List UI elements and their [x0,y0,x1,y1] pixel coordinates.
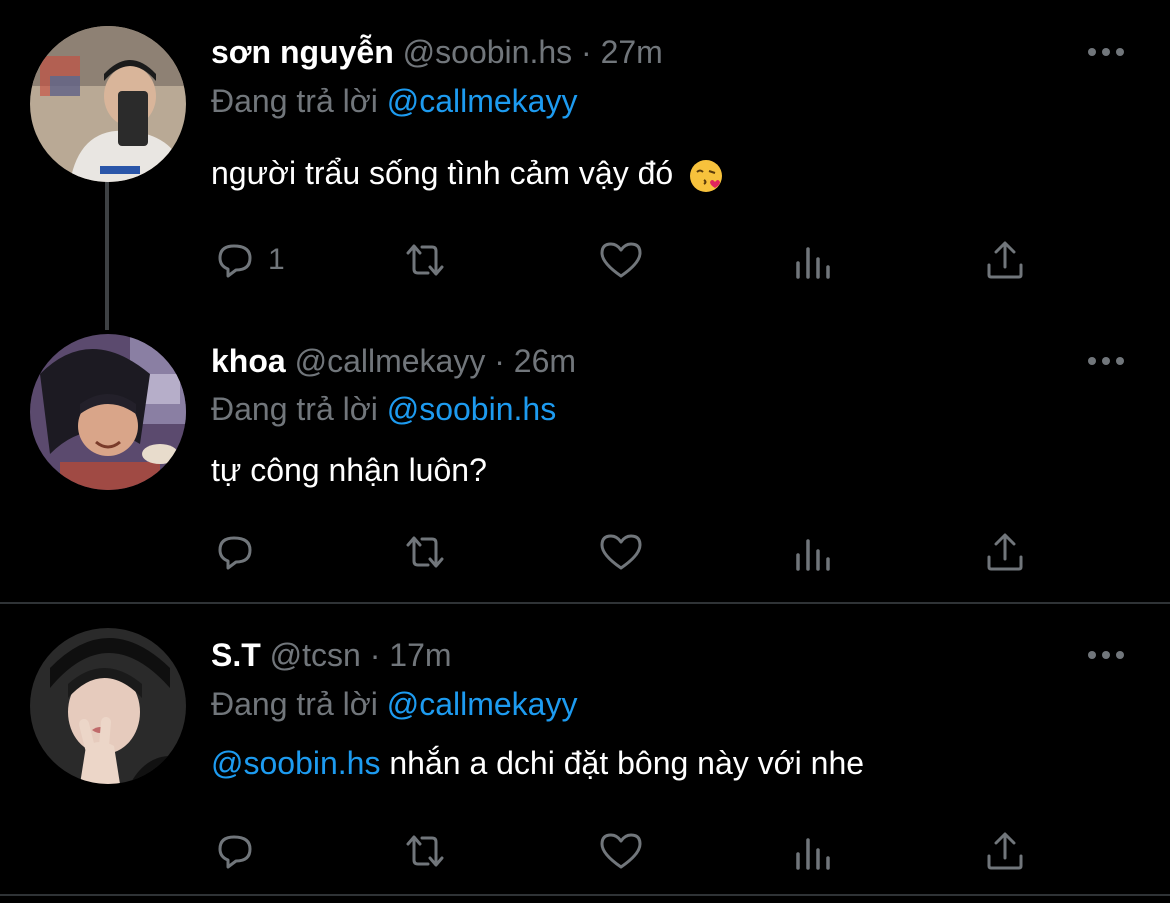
heart-icon [600,833,642,869]
share-button[interactable] [982,237,1028,283]
author-handle[interactable]: @soobin.hs [403,34,572,70]
author-handle[interactable]: @callmekayy [295,343,486,379]
retweet-icon [406,244,444,276]
timestamp[interactable]: 27m [601,34,663,70]
retweet-button[interactable] [402,828,448,874]
tweet-text-content: tự công nhận luôn? [211,452,487,488]
analytics-icon [796,247,830,279]
timestamp[interactable]: 17m [389,637,451,673]
divider [0,894,1170,896]
reply-button[interactable] [212,828,258,874]
reply-button[interactable] [212,529,258,575]
more-icon[interactable] [1086,645,1126,665]
tweet-text: @soobin.hs nhắn a dchi đặt bông này với … [211,741,864,785]
share-button[interactable] [982,828,1028,874]
avatar[interactable] [30,26,186,182]
heart-icon [600,242,642,278]
thread-line [105,180,109,330]
reply-icon [218,536,252,570]
replying-to: Đang trả lời @callmekayy [211,682,577,726]
share-button[interactable] [982,529,1028,575]
replying-to-mention[interactable]: @callmekayy [387,83,578,119]
avatar[interactable] [30,628,186,784]
replying-to: Đang trả lời @callmekayy [211,79,577,123]
retweet-button[interactable] [402,237,448,283]
views-button[interactable] [790,529,836,575]
replying-to-label: Đang trả lời [211,686,378,722]
author-name[interactable]: khoa [211,343,286,379]
like-button[interactable] [598,529,644,575]
analytics-icon [796,838,830,870]
share-icon [987,832,1023,870]
author-handle[interactable]: @tcsn [270,637,361,673]
retweet-icon [406,835,444,867]
heart-icon [600,534,642,570]
retweet-icon [406,536,444,568]
action-bar: 1 [212,237,1042,283]
replying-to-mention[interactable]: @soobin.hs [387,391,556,427]
separator: · [581,34,592,70]
analytics-icon [796,539,830,571]
separator: · [369,637,381,673]
separator: · [494,343,505,379]
reply-count: 1 [268,243,285,276]
action-bar [212,828,1042,874]
replying-to: Đang trả lời @soobin.hs [211,387,556,431]
replying-to-mention[interactable]: @callmekayy [387,686,578,722]
action-bar [212,529,1042,575]
reply-button[interactable]: 1 [212,237,285,283]
like-button[interactable] [598,828,644,874]
body-mention[interactable]: @soobin.hs [211,745,380,781]
author-name[interactable]: S.T [211,637,261,673]
kissing-face-emoji [690,159,723,192]
reply-icon [218,244,252,278]
tweet-text: người trẩu sống tình cảm vậy đó [211,151,724,195]
tweet-text: tự công nhận luôn? [211,448,487,492]
share-icon [987,241,1023,279]
tweet-3[interactable]: S.T @tcsn · 17m Đang trả lời @callmekayy… [0,604,1170,894]
tweet-text-content: nhắn a dchi đặt bông này với nhe [389,745,865,781]
replying-to-label: Đang trả lời [211,83,378,119]
tweet-1[interactable]: sơn nguyễn @soobin.hs · 27m Đang trả lời… [0,0,1170,330]
views-button[interactable] [790,237,836,283]
more-icon[interactable] [1086,42,1126,62]
replying-to-label: Đang trả lời [211,391,378,427]
share-icon [987,533,1023,571]
avatar[interactable] [30,334,186,490]
views-button[interactable] [790,828,836,874]
tweet-text-content: người trẩu sống tình cảm vậy đó [211,155,674,191]
retweet-button[interactable] [402,529,448,575]
more-icon[interactable] [1086,351,1126,371]
like-button[interactable] [598,237,644,283]
tweet-2[interactable]: khoa @callmekayy · 26m Đang trả lời @soo… [0,330,1170,602]
reply-icon [218,835,252,869]
timestamp[interactable]: 26m [514,343,576,379]
author-name[interactable]: sơn nguyễn [211,34,394,70]
